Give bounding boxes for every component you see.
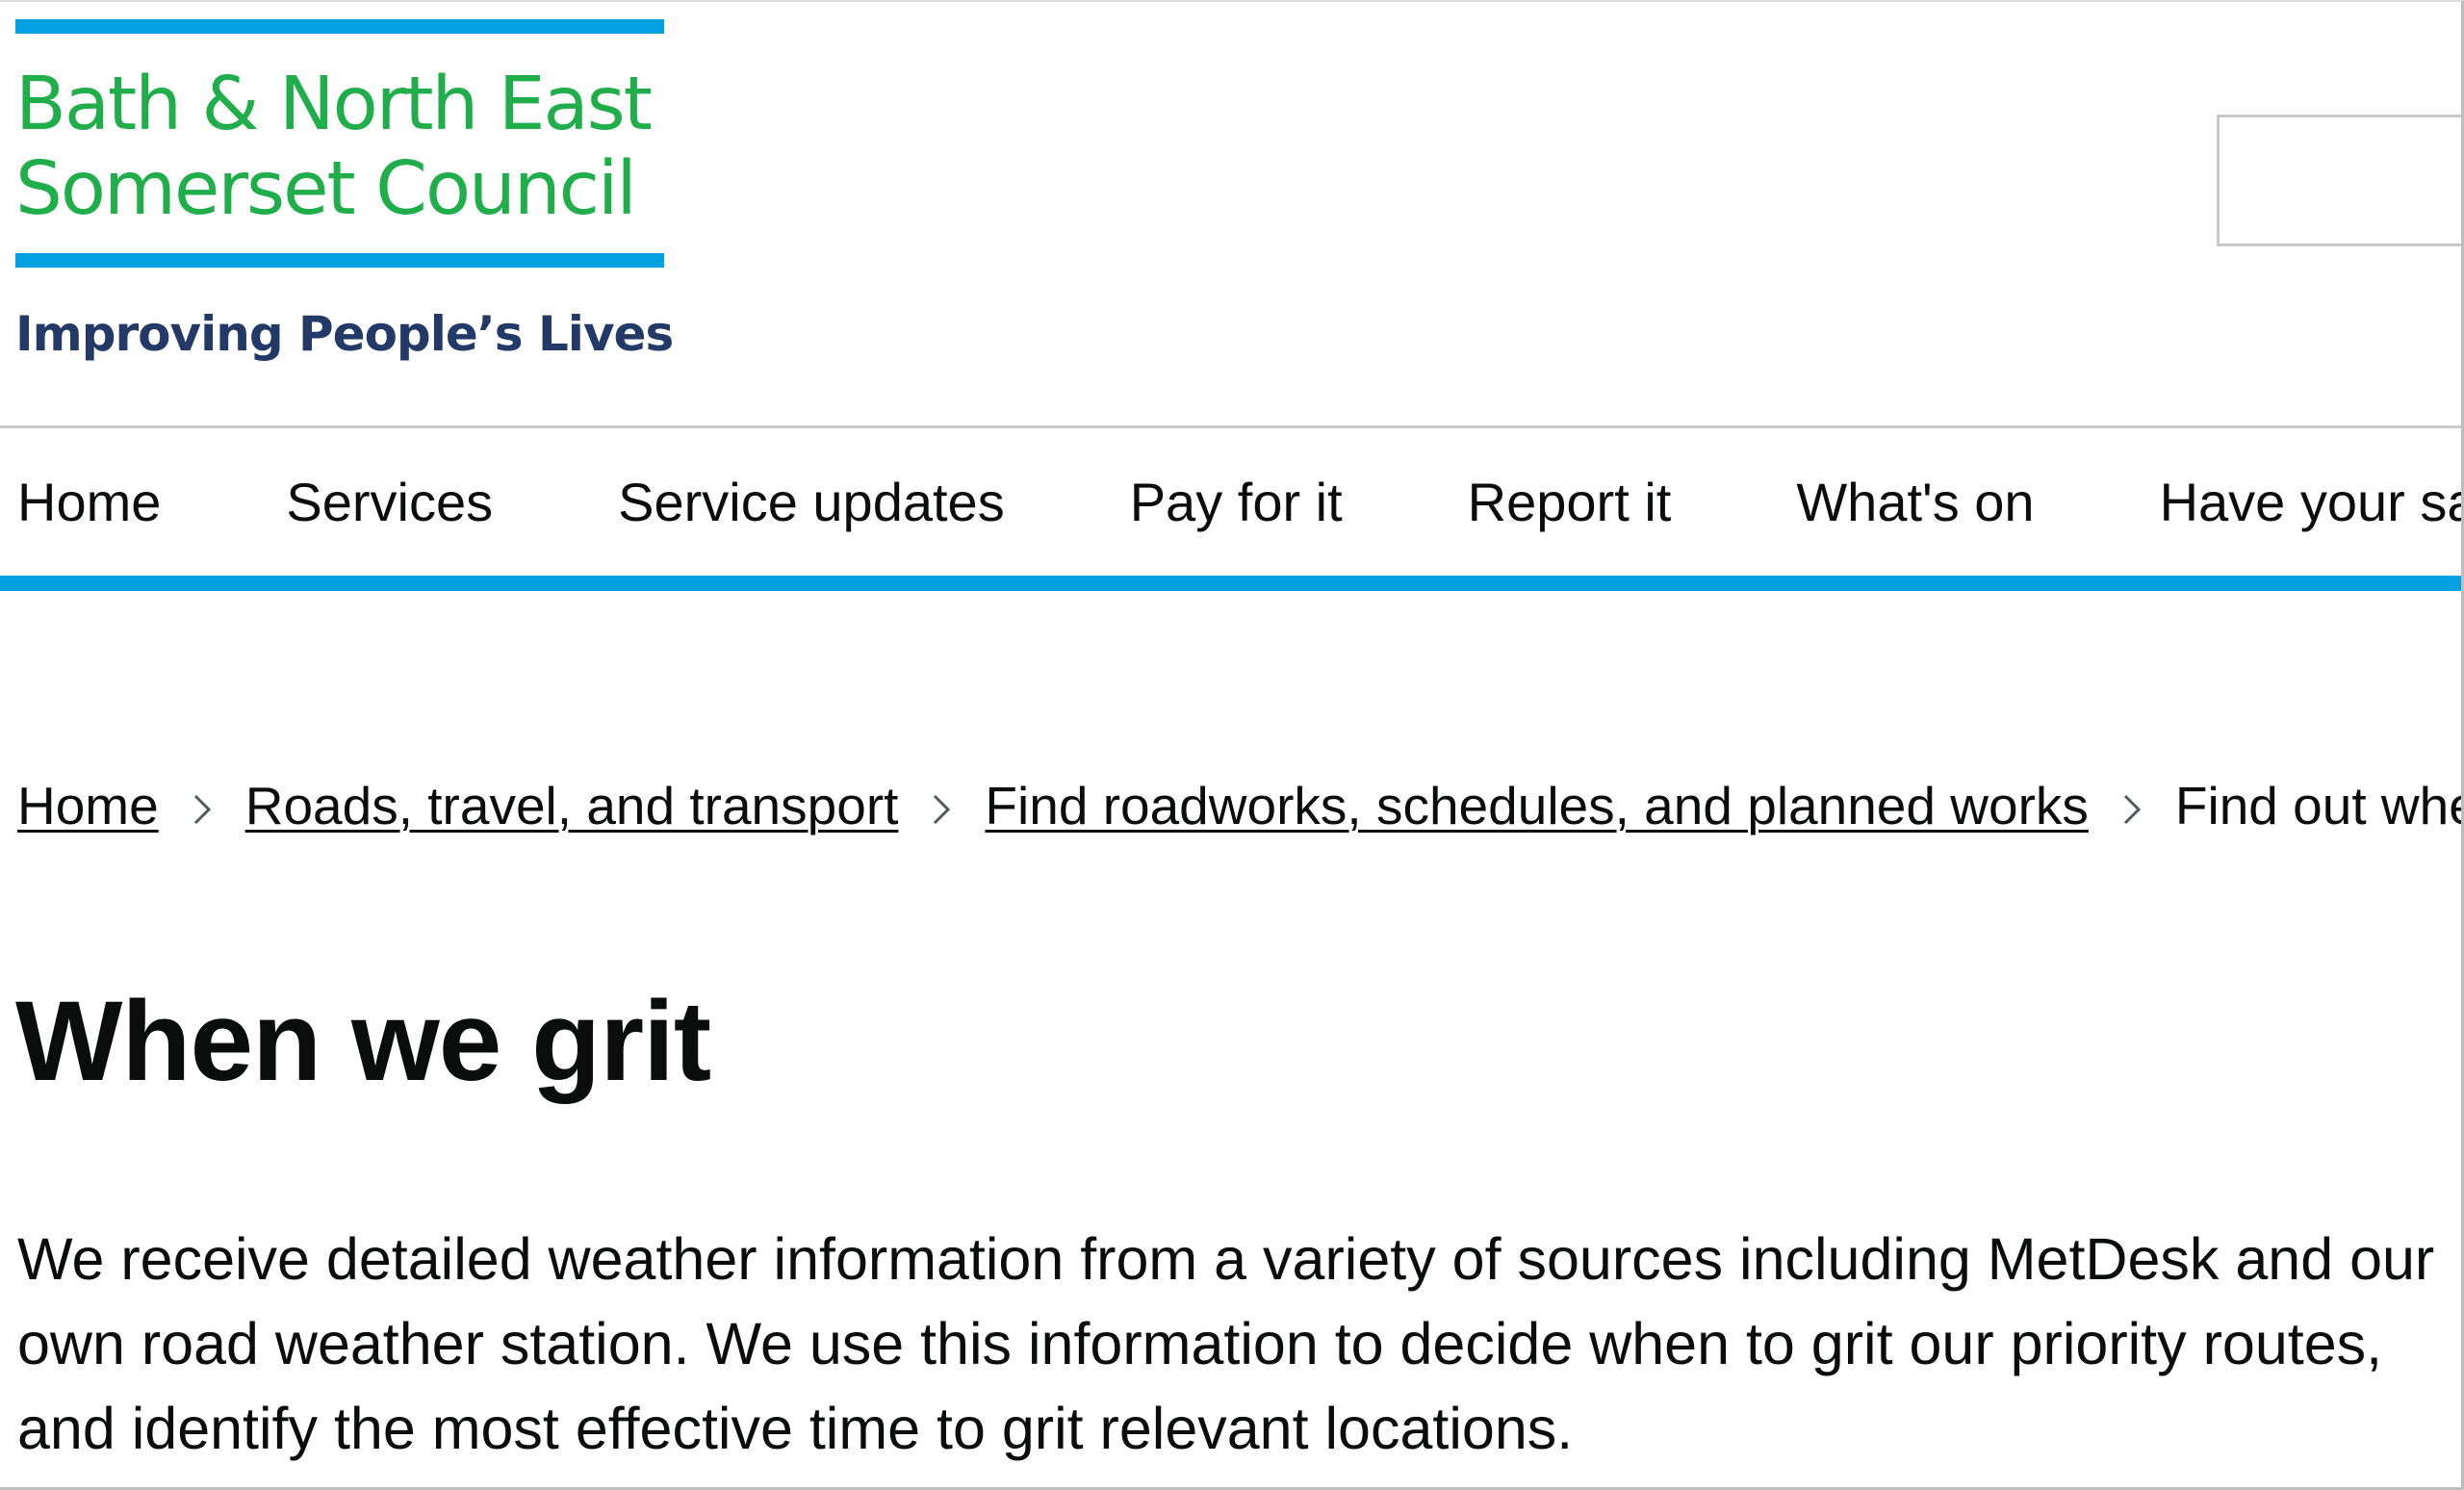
nav-item-home[interactable]: Home bbox=[17, 469, 161, 536]
council-logo[interactable]: Bath & North East Somerset Council Impro… bbox=[15, 19, 674, 362]
logo-name-line2: Somerset Council bbox=[15, 146, 637, 232]
nav-item-whats-on[interactable]: What's on bbox=[1796, 469, 2034, 536]
breadcrumb-find-roadworks[interactable]: Find roadworks, schedules, and planned w… bbox=[985, 772, 2088, 839]
chevron-right-icon bbox=[159, 772, 245, 839]
logo-bottom-rule bbox=[15, 253, 664, 268]
breadcrumb-roads-travel-transport[interactable]: Roads, travel, and transport bbox=[245, 772, 899, 839]
breadcrumb-home[interactable]: Home bbox=[17, 772, 159, 839]
logo-name-line1: Bath & North East bbox=[15, 62, 653, 147]
breadcrumb: Home Roads, travel, and transport Find r… bbox=[17, 772, 2461, 839]
nav-accent-bar bbox=[0, 576, 2461, 591]
logo-tagline: Improving People’s Lives bbox=[15, 306, 674, 362]
nav-item-have-your-say[interactable]: Have your say bbox=[2160, 469, 2461, 536]
nav-item-service-updates[interactable]: Service updates bbox=[618, 469, 1005, 536]
chevron-right-icon bbox=[898, 772, 985, 839]
main-nav: Home Services Service updates Pay for it… bbox=[0, 425, 2461, 591]
main-nav-list: Home Services Service updates Pay for it… bbox=[17, 469, 2461, 536]
logo-name: Bath & North East Somerset Council bbox=[15, 34, 664, 253]
nav-item-services[interactable]: Services bbox=[286, 469, 493, 536]
search-input[interactable] bbox=[2217, 115, 2461, 246]
breadcrumb-current: Find out when we grit bbox=[2174, 776, 2461, 835]
intro-paragraph: We receive detailed weather information … bbox=[17, 1226, 2435, 1461]
page-title: When we grit bbox=[15, 978, 711, 1105]
chevron-right-icon bbox=[2089, 772, 2175, 839]
nav-item-pay-for-it[interactable]: Pay for it bbox=[1130, 469, 1343, 536]
logo-top-rule bbox=[15, 19, 664, 34]
nav-item-report-it[interactable]: Report it bbox=[1468, 469, 1672, 536]
page: Bath & North East Somerset Council Impro… bbox=[0, 0, 2464, 1490]
